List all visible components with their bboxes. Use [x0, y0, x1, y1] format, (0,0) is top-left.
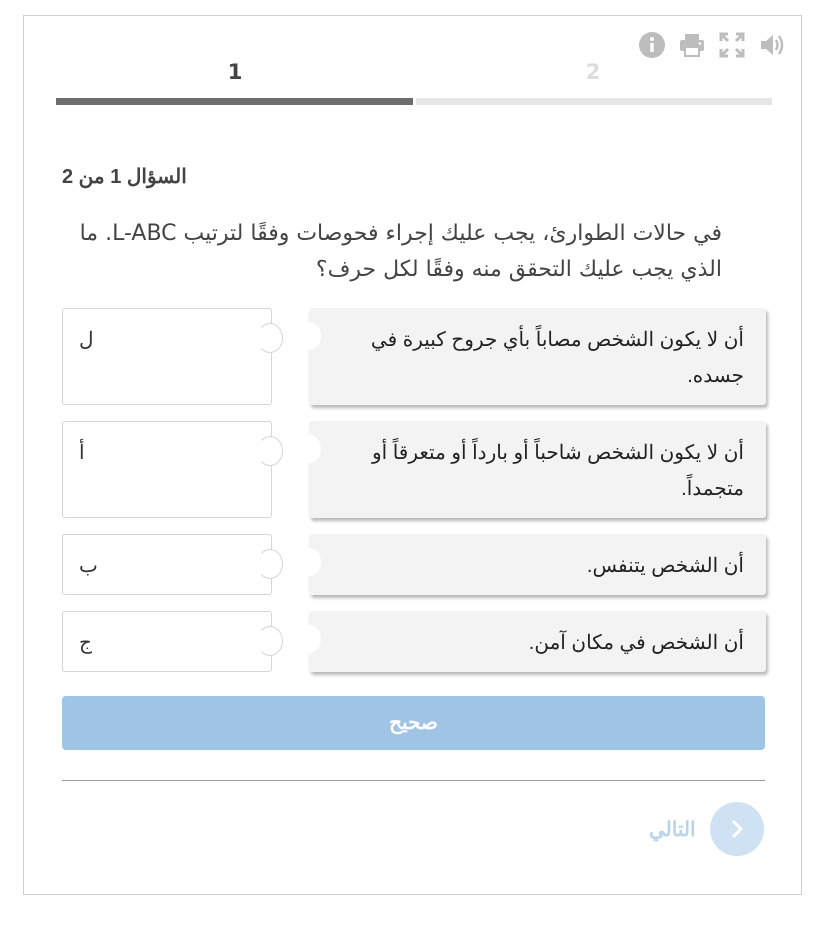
answer-text: أن لا يكون الشخص مصاباً بأي جروح كبيرة ف… — [370, 329, 744, 387]
match-row: ب أن الشخص يتنفس. — [62, 534, 766, 595]
tab-question-1[interactable]: 1 — [56, 60, 414, 84]
next-button[interactable]: التالي — [649, 802, 764, 856]
chevron-right-icon — [731, 819, 743, 839]
audio-button[interactable] — [757, 30, 787, 60]
print-button[interactable] — [677, 30, 707, 60]
draggable-answer-card[interactable]: أن لا يكون الشخص مصاباً بأي جروح كبيرة ف… — [299, 308, 766, 405]
answer-text: أن الشخص في مكان آمن. — [528, 632, 744, 654]
check-button[interactable]: صحيح — [62, 696, 765, 750]
question-text: في حالات الطوارئ، يجب عليك إجراء فحوصات … — [79, 221, 722, 282]
letter-label: ج — [79, 632, 92, 654]
fullscreen-button[interactable] — [717, 30, 747, 60]
progress-bar-1 — [56, 98, 413, 105]
letter-label: ب — [79, 555, 98, 577]
match-row: أ أن لا يكون الشخص شاحباً أو بارداً أو م… — [62, 421, 766, 518]
question-tabs: 1 2 — [56, 60, 772, 105]
drop-zone-letter[interactable]: ل — [62, 308, 283, 405]
match-row: ج أن الشخص في مكان آمن. — [62, 611, 766, 672]
print-icon — [680, 34, 704, 57]
answer-text: أن لا يكون الشخص شاحباً أو بارداً أو متع… — [371, 442, 744, 500]
draggable-answer-card[interactable]: أن الشخص يتنفس. — [299, 534, 766, 595]
letter-label: أ — [79, 442, 85, 464]
fullscreen-icon — [719, 32, 745, 58]
info-icon — [639, 32, 665, 58]
drop-zone-letter[interactable]: ج — [62, 611, 283, 672]
question-counter: السؤال 1 من 2 — [62, 166, 187, 188]
next-circle — [709, 802, 764, 856]
speaker-icon — [761, 35, 784, 55]
tab-question-2[interactable]: 2 — [414, 60, 772, 84]
next-label: التالي — [649, 818, 696, 841]
info-button[interactable] — [637, 30, 667, 60]
matching-list: ل أن لا يكون الشخص مصاباً بأي جروح كبيرة… — [62, 308, 766, 688]
toolbar — [637, 30, 787, 60]
progress-bar-2 — [415, 98, 772, 105]
divider — [62, 780, 765, 781]
match-row: ل أن لا يكون الشخص مصاباً بأي جروح كبيرة… — [62, 308, 766, 405]
drop-zone-letter[interactable]: أ — [62, 421, 283, 518]
answer-text: أن الشخص يتنفس. — [586, 555, 744, 577]
draggable-answer-card[interactable]: أن لا يكون الشخص شاحباً أو بارداً أو متع… — [299, 421, 766, 518]
quiz-frame: 1 2 السؤال 1 من 2 في حالات الطوارئ، يجب … — [23, 15, 802, 895]
draggable-answer-card[interactable]: أن الشخص في مكان آمن. — [299, 611, 766, 672]
letter-label: ل — [79, 329, 94, 351]
drop-zone-letter[interactable]: ب — [62, 534, 283, 595]
